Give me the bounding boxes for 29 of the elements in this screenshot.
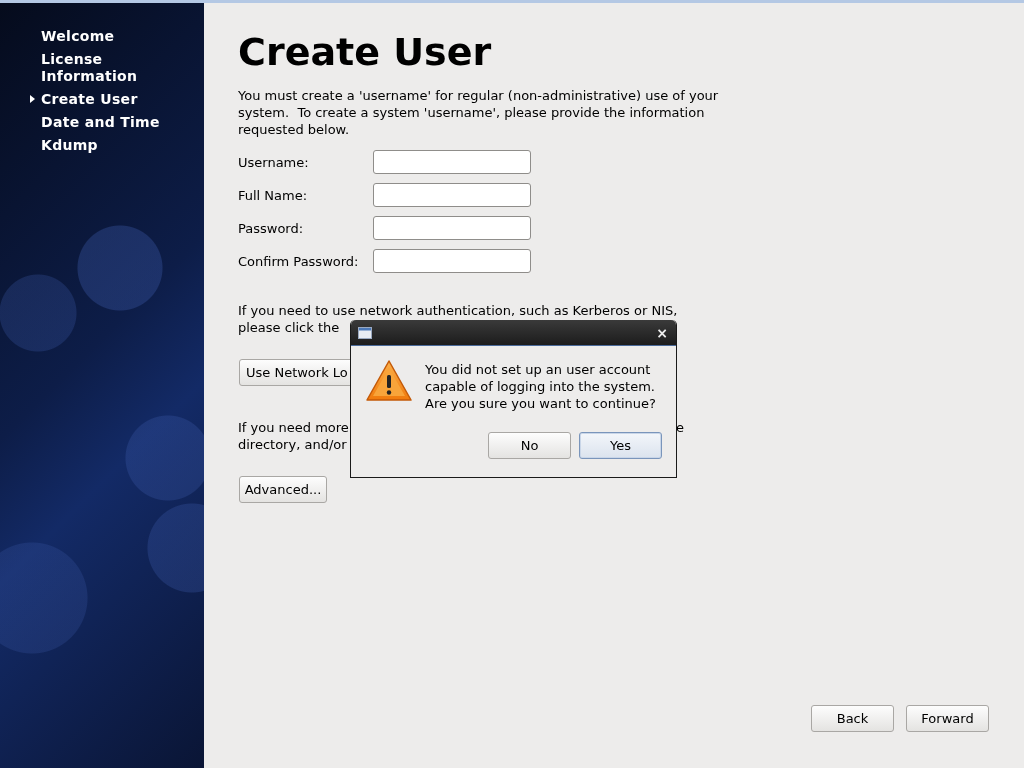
- network-auth-text: please click the: [238, 319, 340, 336]
- sidebar-item[interactable]: Kdump: [41, 137, 166, 154]
- input-field[interactable]: [373, 249, 531, 273]
- sidebar-item[interactable]: License Information: [41, 51, 166, 85]
- intro-paragraph: You must create a 'username' for regular (non-administrative) use of your system. To create a system 'username', please provide the information requested below.: [238, 87, 720, 138]
- back-button[interactable]: Back: [811, 705, 894, 732]
- sidebar-item[interactable]: Create User: [41, 91, 166, 108]
- advanced-info-text: directory, and/or: [238, 436, 347, 453]
- page-title: Create User: [238, 30, 493, 74]
- input-field[interactable]: [373, 183, 531, 207]
- close-button[interactable]: ×: [656, 325, 668, 340]
- sidebar-item[interactable]: Date and Time: [41, 114, 166, 131]
- window-icon: [358, 326, 372, 339]
- field-label: Username:: [238, 154, 310, 170]
- advanced-info-text-fragment: e: [676, 419, 684, 436]
- yes-button[interactable]: Yes: [579, 432, 662, 459]
- field-label: Confirm Password:: [238, 253, 360, 269]
- network-auth-text: If you need to use network authentication, such as Kerberos or NIS,: [238, 302, 678, 319]
- advanced-info-text: If you need more: [238, 419, 349, 436]
- dialog-message: You did not set up an user account capable of logging into the system. Are you sure you want to continue?: [425, 361, 657, 412]
- advanced-button[interactable]: Advanced...: [239, 476, 327, 503]
- forward-button[interactable]: Forward: [906, 705, 989, 732]
- input-field[interactable]: [373, 216, 531, 240]
- field-label: Full Name:: [238, 187, 309, 203]
- field-label: Password:: [238, 220, 305, 236]
- warning-icon: [365, 359, 413, 403]
- no-button[interactable]: No: [488, 432, 571, 459]
- sidebar-item[interactable]: Welcome: [41, 28, 166, 45]
- input-field[interactable]: [373, 150, 531, 174]
